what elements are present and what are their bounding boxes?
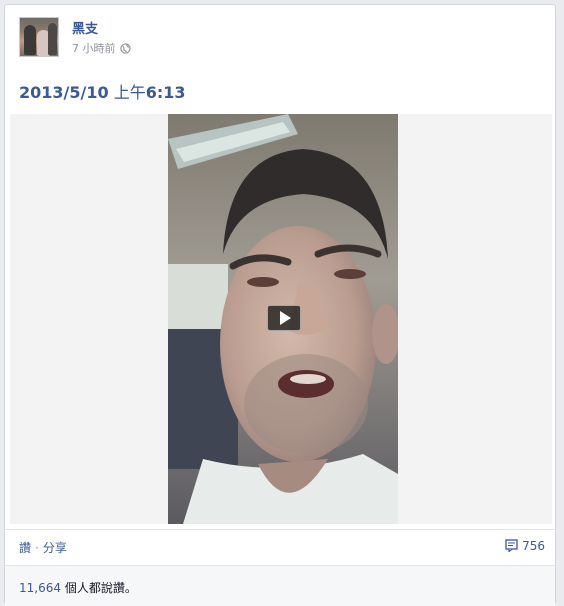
likes-count-link[interactable]: 11,664 bbox=[19, 581, 61, 595]
post-title: 2013/5/10 上午6:13 bbox=[19, 79, 186, 103]
avatar-figure-right bbox=[48, 23, 57, 55]
likes-summary: 11,664 個人都說讚。 bbox=[19, 579, 137, 596]
author-name-link[interactable]: 黑支 bbox=[72, 18, 98, 37]
post-card: 黑支 7 小時前 2013/5/10 上午6:13 讚 · 分享 756 11,… bbox=[4, 4, 556, 606]
likes-text: 個人都說讚。 bbox=[61, 581, 137, 595]
like-link[interactable]: 讚 bbox=[19, 541, 31, 555]
divider bbox=[5, 529, 555, 530]
globe-icon[interactable] bbox=[119, 43, 131, 54]
post-meta: 7 小時前 bbox=[72, 40, 131, 56]
post-title-ampm: 上午 bbox=[113, 83, 146, 102]
comment-count-link[interactable]: 756 bbox=[505, 539, 545, 553]
comment-count: 756 bbox=[522, 539, 545, 553]
video-container bbox=[10, 114, 552, 524]
post-title-date: 2013/5/10 bbox=[19, 83, 109, 102]
share-link[interactable]: 分享 bbox=[43, 541, 67, 555]
video-thumbnail[interactable] bbox=[168, 114, 398, 524]
post-timestamp-link[interactable]: 7 小時前 bbox=[72, 42, 116, 55]
avatar-figure-left bbox=[24, 25, 36, 55]
post-actions: 讚 · 分享 bbox=[19, 539, 67, 556]
author-avatar[interactable] bbox=[19, 17, 59, 57]
post-title-time: 6:13 bbox=[145, 83, 186, 102]
play-icon[interactable] bbox=[267, 305, 301, 331]
action-separator: · bbox=[35, 541, 39, 555]
comment-icon bbox=[505, 539, 518, 552]
